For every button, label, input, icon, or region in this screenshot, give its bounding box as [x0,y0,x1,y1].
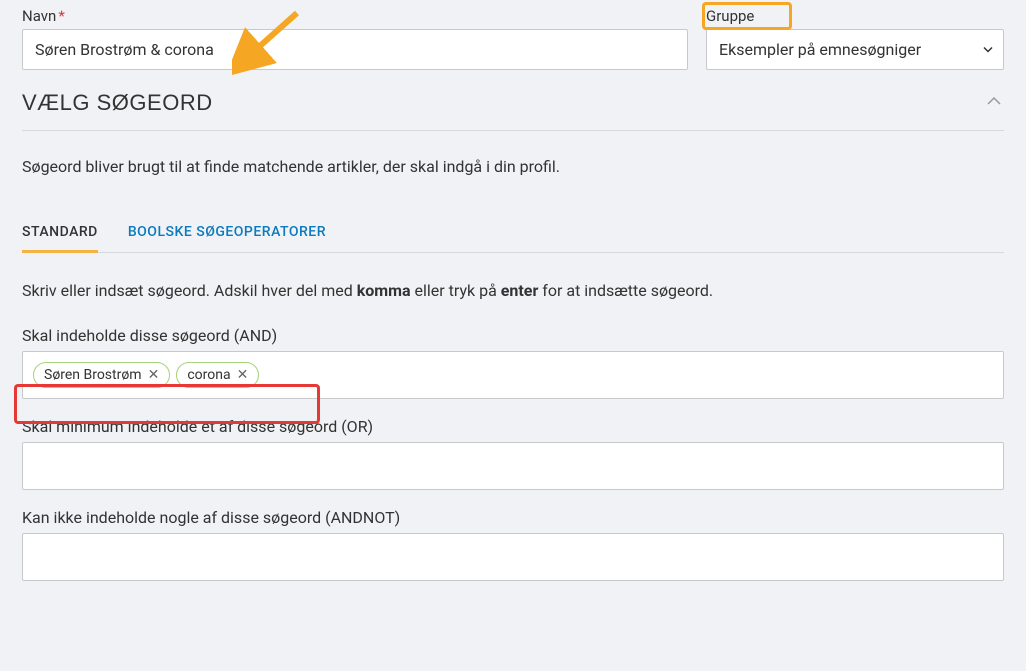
or-label: Skal minimum indeholde et af disse søgeo… [22,417,1004,436]
gruppe-select[interactable]: Eksempler på emnesøgniger [706,29,1004,70]
tag: corona ✕ [176,362,259,388]
tab-standard[interactable]: STANDARD [22,216,98,252]
close-icon[interactable]: ✕ [148,368,160,382]
section-description: Søgeord bliver brugt til at finde matche… [22,157,1004,176]
tag: Søren Brostrøm ✕ [33,362,170,388]
required-indicator: * [58,7,64,25]
andnot-label: Kan ikke indeholde nogle af disse søgeor… [22,508,1004,527]
and-input[interactable]: Søren Brostrøm ✕ corona ✕ [22,351,1004,399]
tabs: STANDARD BOOLSKE SØGEOPERATORER [22,216,1004,253]
navn-label: Navn* [22,7,65,25]
navn-input[interactable] [22,29,688,70]
section-header[interactable]: VÆLG SØGEORD [22,90,1004,131]
andnot-input[interactable] [22,533,1004,581]
and-label: Skal indeholde disse søgeord (AND) [22,326,1004,345]
tag-label: corona [187,367,230,383]
gruppe-label: Gruppe [706,7,754,25]
tag-label: Søren Brostrøm [44,367,142,383]
instruction-text: Skriv eller indsæt søgeord. Adskil hver … [22,281,1004,300]
close-icon[interactable]: ✕ [237,368,249,382]
chevron-up-icon [984,91,1004,115]
section-title: VÆLG SØGEORD [22,90,213,116]
or-input[interactable] [22,442,1004,490]
tab-boolean[interactable]: BOOLSKE SØGEOPERATORER [128,216,326,252]
